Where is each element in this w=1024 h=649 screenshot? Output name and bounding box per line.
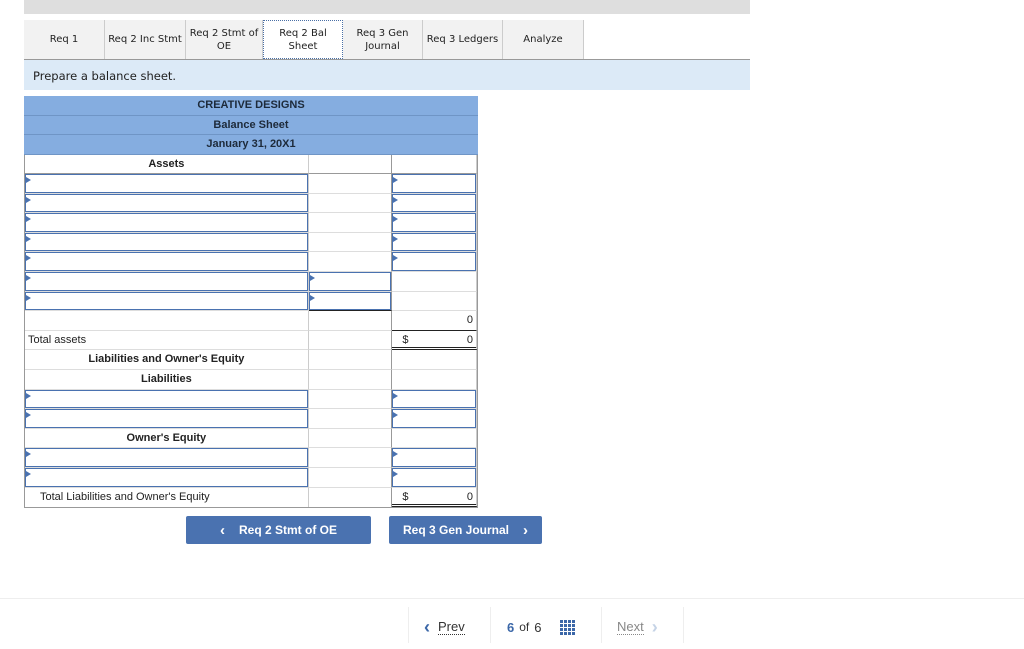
assets-heading: Assets [25, 154, 309, 175]
total-liab-oe-row: Total Liabilities and Owner's Equity $0 [25, 487, 478, 508]
statement-date: January 31, 20X1 [24, 135, 478, 155]
asset-row [25, 193, 477, 214]
asset-account-input[interactable] [25, 291, 308, 311]
tab-req-3-ledgers[interactable]: Req 3 Ledgers [423, 20, 503, 59]
chevron-right-icon: › [523, 521, 529, 539]
liabilities-heading-row: Liabilities [25, 370, 477, 390]
total-assets-amount: 0 [466, 333, 473, 346]
pager-prev[interactable]: ‹ Prev [424, 611, 465, 643]
asset-amount-input[interactable] [392, 174, 476, 193]
tab-req-1[interactable]: Req 1 [24, 20, 105, 59]
equity-amount-input[interactable] [392, 468, 476, 487]
instruction-banner: Prepare a balance sheet. [24, 60, 750, 90]
tab-req-2-bal-sheet[interactable]: Req 2 Bal Sheet [263, 20, 343, 59]
equity-row [25, 448, 477, 468]
total-liab-oe-label: Total Liabilities and Owner's Equity [25, 487, 309, 508]
grid-icon[interactable] [560, 619, 576, 635]
asset-account-input[interactable] [25, 232, 308, 252]
total-assets-label: Total assets [25, 330, 309, 351]
asset-amount-input[interactable] [392, 213, 476, 232]
asset-account-input[interactable] [25, 174, 308, 193]
liability-row [25, 389, 477, 410]
equity-account-input[interactable] [25, 468, 308, 487]
asset-row [25, 272, 477, 292]
equity-account-input[interactable] [25, 448, 308, 467]
equity-amount-input[interactable] [392, 448, 476, 467]
tab-analyze[interactable]: Analyze [503, 20, 584, 59]
company-name: CREATIVE DESIGNS [24, 96, 478, 116]
current-page: 6 [507, 619, 515, 635]
asset-amount-input[interactable] [392, 193, 476, 213]
statement-title: Balance Sheet [24, 115, 478, 135]
total-pages: 6 [534, 619, 542, 635]
asset-row [25, 174, 477, 194]
liabilities-heading: Liabilities [25, 370, 309, 390]
page-of: of [519, 620, 530, 634]
subtotal-value: 0 [392, 311, 477, 331]
liabilities-owners-equity-heading: Liabilities and Owner's Equity [25, 350, 309, 371]
chevron-right-icon: › [651, 616, 658, 637]
liability-account-input[interactable] [25, 409, 308, 428]
asset-row [25, 232, 477, 253]
liability-row [25, 409, 477, 429]
chevron-left-icon: ‹ [219, 521, 225, 539]
top-bar [24, 0, 750, 14]
currency-symbol: $ [402, 333, 409, 346]
page-indicator: 6 of 6 [507, 611, 576, 643]
owners-equity-heading-row: Owner's Equity [25, 428, 477, 449]
owners-equity-heading: Owner's Equity [25, 428, 309, 449]
next-requirement-label: Req 3 Gen Journal [402, 523, 510, 537]
total-assets-row: Total assets $0 [25, 330, 477, 351]
total-liab-oe-value: $0 [392, 487, 478, 508]
liab-oe-heading-row: Liabilities and Owner's Equity [25, 350, 477, 371]
prev-link[interactable]: Prev [438, 619, 465, 635]
liability-amount-input[interactable] [392, 389, 476, 409]
chevron-left-icon: ‹ [424, 616, 430, 637]
total-liab-oe-amount: 0 [466, 490, 474, 503]
pager-footer: ‹ Prev 6 of 6 Next › [0, 598, 1024, 649]
tab-req-2-stmt-of-oe[interactable]: Req 2 Stmt of OE [186, 20, 263, 59]
liability-account-input[interactable] [25, 389, 308, 409]
asset-account-input[interactable] [25, 213, 308, 232]
requirement-tabs: Req 1 Req 2 Inc Stmt Req 2 Stmt of OE Re… [24, 20, 750, 60]
next-link[interactable]: Next [617, 619, 644, 635]
tab-req-3-gen-journal[interactable]: Req 3 Gen Journal [343, 20, 423, 59]
prev-requirement-button[interactable]: ‹ Req 2 Stmt of OE [186, 516, 371, 544]
asset-account-input[interactable] [25, 272, 308, 291]
asset-account-input[interactable] [25, 252, 308, 272]
asset-row [25, 252, 477, 273]
asset-row [25, 213, 477, 233]
subtotal-row: 0 [25, 311, 477, 331]
asset-amount-input[interactable] [392, 232, 476, 252]
tab-req-2-inc-stmt[interactable]: Req 2 Inc Stmt [105, 20, 186, 59]
assets-heading-row: Assets [25, 154, 477, 175]
currency-symbol: $ [402, 490, 409, 503]
liability-amount-input[interactable] [392, 409, 476, 428]
asset-amount-input[interactable] [308, 272, 392, 291]
pager-next[interactable]: Next › [617, 611, 658, 643]
equity-row [25, 468, 477, 488]
total-assets-value: $0 [392, 330, 477, 351]
asset-row [25, 291, 477, 312]
asset-amount-input[interactable] [392, 252, 476, 272]
asset-account-input[interactable] [25, 193, 308, 213]
asset-amount-input[interactable] [308, 291, 392, 311]
balance-sheet-form: CREATIVE DESIGNS Balance Sheet January 3… [24, 96, 478, 509]
next-requirement-button[interactable]: Req 3 Gen Journal › [389, 516, 542, 544]
prev-requirement-label: Req 2 Stmt of OE [238, 523, 337, 537]
